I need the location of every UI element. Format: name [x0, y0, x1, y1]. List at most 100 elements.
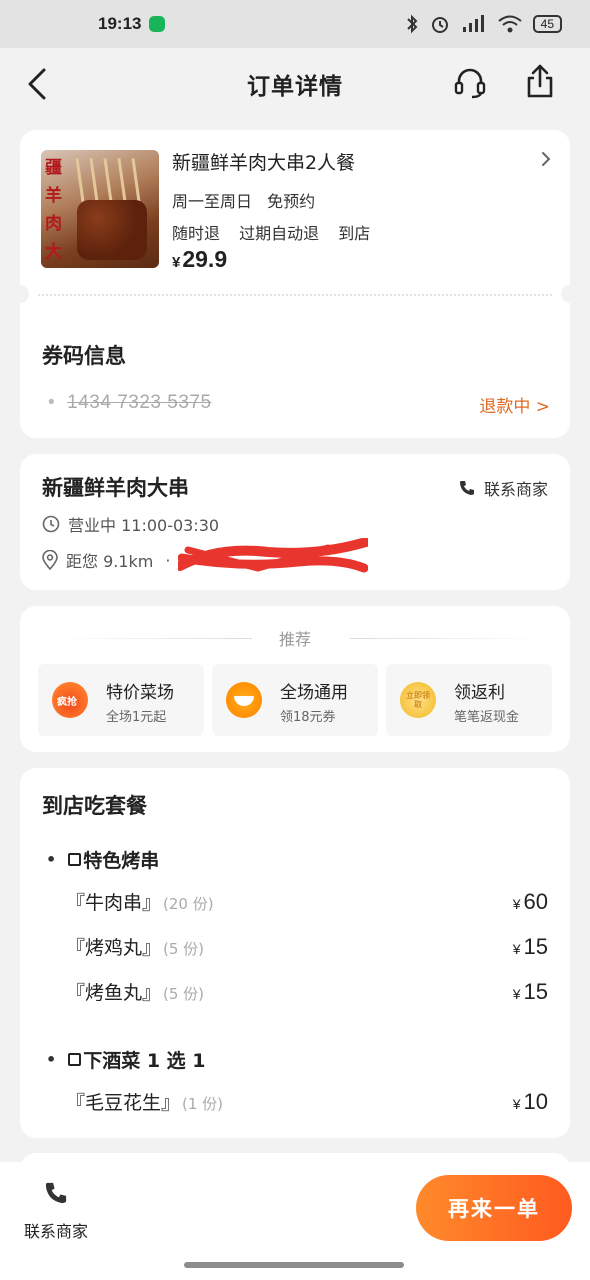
recommend-card: 推荐 特价菜场 全场1元起 全场通用 领18元券 领返利 笔笔返现金	[20, 606, 570, 752]
currency-symbol: ¥	[512, 1096, 521, 1112]
phone-icon	[45, 1182, 67, 1204]
item-price: ¥10	[513, 1089, 548, 1115]
clock-icon	[42, 515, 60, 533]
location-pin-icon	[42, 550, 58, 570]
contact-merchant-link[interactable]: 联系商家	[458, 476, 548, 500]
item-name: 『毛豆花生』	[66, 1092, 181, 1114]
item-price: ¥15	[513, 979, 548, 1005]
header-divider	[350, 638, 546, 639]
home-indicator[interactable]	[184, 1262, 404, 1268]
package-title: 到店吃套餐	[42, 794, 147, 818]
contact-merchant-button[interactable]: 联系商家	[18, 1180, 94, 1242]
status-icons: 45	[405, 13, 562, 35]
bluetooth-icon	[406, 14, 418, 34]
item-name: 『牛肉串』	[66, 892, 162, 914]
recommend-title: 领返利	[454, 683, 505, 703]
business-hours-text: 营业中 11:00-03:30	[68, 516, 220, 535]
package-item: 『烤鱼丸』 (5 份) ¥15	[66, 978, 548, 1005]
price-value: 29.9	[182, 246, 228, 272]
package-contents-card: 到店吃套餐 • 特色烤串 『牛肉串』 (20 份) ¥60 『烤鸡丸』 (5 份)…	[20, 768, 570, 1138]
recommend-title: 全场通用	[280, 683, 348, 703]
checkbox-icon	[68, 853, 82, 866]
status-bar: 19:13 45	[0, 0, 590, 48]
recommend-item-universal-coupon[interactable]: 全场通用 领18元券	[212, 664, 378, 736]
item-quantity: (20 份)	[163, 895, 214, 913]
package-group: • 特色烤串	[46, 846, 159, 873]
voucher-code: • 1434 7323 5375	[48, 392, 212, 413]
recommend-subtitle: 笔笔返现金	[454, 710, 520, 725]
status-time: 19:13	[98, 14, 142, 33]
recommend-item-cashback[interactable]: 领返利 笔笔返现金	[386, 664, 552, 736]
contact-merchant-label: 联系商家	[23, 1222, 88, 1241]
recommend-header: 推荐	[20, 626, 570, 650]
checkbox-icon	[68, 1053, 82, 1066]
package-item: 『牛肉串』 (20 份) ¥60	[66, 888, 548, 915]
recommend-item-special-deals[interactable]: 特价菜场 全场1元起	[38, 664, 204, 736]
signal-icon	[462, 15, 484, 32]
redacted-address-scribble	[178, 538, 368, 573]
contact-merchant-label: 联系商家	[483, 480, 548, 499]
currency-symbol: ¥	[512, 941, 521, 957]
price-value: 15	[523, 934, 548, 959]
item-name: 『烤鱼丸』	[66, 982, 162, 1004]
merchant-name[interactable]: 新疆鲜羊肉大串	[42, 472, 189, 502]
thumbnail-text: 疆羊肉大串	[45, 158, 62, 262]
phone-icon	[459, 481, 474, 495]
customer-service-icon[interactable]	[452, 65, 488, 101]
voucher-code-value: 1434 7323 5375	[67, 392, 212, 413]
alarm-icon	[431, 17, 448, 33]
policy-tag: 过期自动退	[239, 224, 320, 243]
separator-dot: ·	[165, 550, 171, 570]
product-thumbnail[interactable]: 疆羊肉大串	[41, 150, 159, 268]
distance-text: 距您 9.1km	[66, 552, 154, 571]
item-price: ¥15	[513, 934, 548, 960]
product-policy-tags: 随时退 过期自动退 到店	[172, 220, 384, 244]
business-hours: 营业中 11:00-03:30	[42, 512, 219, 536]
recommend-title: 特价菜场	[106, 683, 174, 703]
item-name: 『烤鸡丸』	[66, 937, 162, 959]
wifi-icon	[498, 15, 522, 33]
voucher-section-title: 券码信息	[42, 344, 126, 368]
price-value: 60	[523, 889, 548, 914]
currency-symbol: ¥	[512, 986, 521, 1002]
price-value: 15	[523, 979, 548, 1004]
bottom-action-bar: 联系商家 再来一单	[0, 1162, 590, 1280]
product-price: ¥29.9	[172, 246, 227, 273]
item-quantity: (1 份)	[182, 1095, 224, 1113]
merchant-distance[interactable]: 距您 9.1km ·	[42, 548, 174, 572]
refund-status-link[interactable]: 退款中 >	[479, 392, 550, 417]
cashback-coin-icon	[400, 682, 436, 718]
dashed-divider	[38, 294, 552, 296]
item-quantity: (5 份)	[163, 940, 205, 958]
currency-symbol: ¥	[512, 896, 521, 912]
hot-deal-icon	[52, 682, 88, 718]
package-item: 『烤鸡丸』 (5 份) ¥15	[66, 933, 548, 960]
group-name: 下酒菜 1 选 1	[83, 1050, 206, 1072]
item-quantity: (5 份)	[163, 985, 205, 1003]
policy-tag: 随时退	[172, 224, 221, 243]
battery-indicator: 45	[532, 15, 562, 33]
policy-tag: 到店	[338, 224, 371, 243]
page-title: 订单详情	[247, 74, 343, 100]
back-arrow-icon[interactable]	[22, 66, 54, 102]
share-icon[interactable]	[522, 62, 558, 100]
nav-bar: 订单详情	[0, 48, 590, 120]
price-value: 10	[523, 1089, 548, 1114]
wechat-notification-icon	[149, 16, 166, 32]
ticket-notch-right	[561, 285, 579, 303]
currency-symbol: ¥	[172, 254, 181, 271]
product-availability: 周一至周日 免预约	[172, 192, 316, 211]
ticket-notch-left	[11, 285, 29, 303]
order-product-card: 疆羊肉大串 新疆鲜羊肉大串2人餐 周一至周日 免预约 随时退 过期自动退 到店 …	[11, 130, 579, 438]
product-name[interactable]: 新疆鲜羊肉大串2人餐	[172, 148, 355, 175]
group-name: 特色烤串	[83, 850, 160, 872]
reorder-button[interactable]: 再来一单	[416, 1175, 572, 1241]
recommend-subtitle: 领18元券	[280, 710, 336, 725]
bowl-coupon-icon	[226, 682, 262, 718]
package-item: 『毛豆花生』 (1 份) ¥10	[66, 1088, 548, 1115]
item-price: ¥60	[513, 889, 548, 915]
merchant-card: 新疆鲜羊肉大串 联系商家 营业中 11:00-03:30 距您 9.1km ·	[20, 454, 570, 590]
package-group: • 下酒菜 1 选 1	[46, 1046, 206, 1073]
recommend-subtitle: 全场1元起	[106, 710, 167, 725]
chevron-right-icon[interactable]	[538, 150, 554, 168]
